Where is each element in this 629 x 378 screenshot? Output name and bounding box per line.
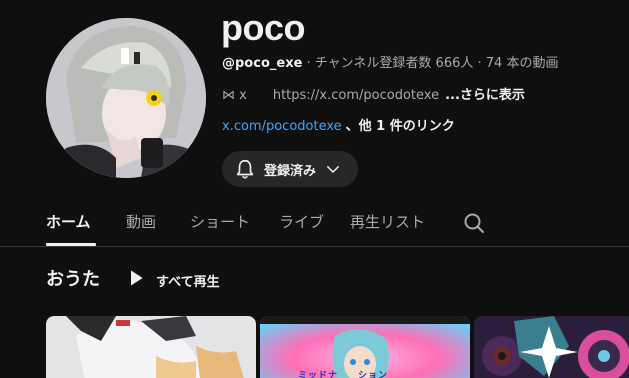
video-thumbnail[interactable]: ミッドナ ション	[260, 316, 470, 378]
section-title: おうた	[46, 269, 100, 290]
tab-live[interactable]: ライブ	[279, 212, 324, 232]
description-url: https://x.com/pocodotexe	[272, 88, 440, 103]
channel-link[interactable]: x.com/pocodotexe	[222, 119, 342, 134]
tab-shorts[interactable]: ショート	[190, 212, 250, 232]
channel-stats: · チャンネル登録者数 666人 · 74 本の動画	[306, 56, 559, 71]
show-more-link[interactable]: ...さらに表示	[445, 88, 525, 103]
channel-tabs: ホーム 動画 ショート ライブ 再生リスト	[0, 200, 629, 247]
channel-handle: @poco_exe	[222, 56, 303, 71]
channel-description[interactable]: ⋈ x https://x.com/pocodotexe ...さらに表示	[222, 87, 525, 105]
search-icon[interactable]	[462, 211, 486, 239]
tab-videos[interactable]: 動画	[126, 212, 156, 232]
channel-meta: @poco_exe · チャンネル登録者数 666人 · 74 本の動画	[222, 55, 558, 73]
subscribe-label: 登録済み	[264, 163, 317, 179]
tab-playlists[interactable]: 再生リスト	[350, 212, 425, 232]
channel-avatar[interactable]	[46, 18, 206, 178]
thumbnail-caption: ミッドナ ション	[298, 371, 389, 378]
description-prefix: ⋈ x	[222, 88, 247, 103]
active-tab-indicator	[46, 243, 96, 246]
avatar-illustration	[46, 18, 206, 178]
play-all-button[interactable]: すべて再生	[126, 268, 220, 292]
play-all-label: すべて再生	[156, 274, 220, 290]
more-links[interactable]: 、他 1 件のリンク	[346, 119, 455, 134]
bell-icon	[234, 158, 256, 180]
thumbnail-image	[46, 316, 256, 378]
subscribe-button[interactable]: 登録済み	[222, 151, 358, 187]
channel-links: x.com/pocodotexe 、他 1 件のリンク	[222, 118, 455, 136]
tab-home[interactable]: ホーム	[46, 212, 91, 232]
video-thumbnail[interactable]	[474, 316, 629, 378]
video-thumbnail[interactable]	[46, 316, 256, 378]
channel-name: poco	[221, 7, 306, 48]
play-icon	[126, 268, 146, 292]
thumbnail-image	[474, 316, 629, 378]
chevron-down-icon	[324, 160, 342, 178]
